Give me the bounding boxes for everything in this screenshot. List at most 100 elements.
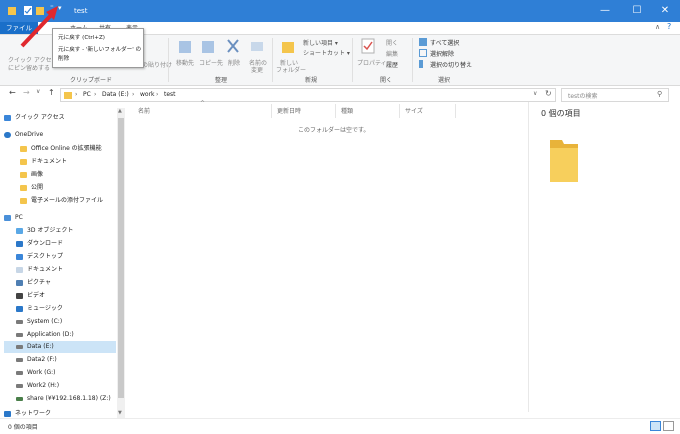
forward-button[interactable]: → xyxy=(23,88,30,97)
column-divider[interactable] xyxy=(455,104,456,118)
drive-icon xyxy=(16,319,23,324)
annotation-arrow xyxy=(20,6,58,48)
select-all-icon[interactable] xyxy=(419,38,427,46)
column-header-name[interactable]: 名前 xyxy=(138,106,150,115)
nav-scrollbar[interactable]: ▲ ▼ xyxy=(117,108,125,420)
search-icon[interactable]: ⚲ xyxy=(657,90,662,98)
scroll-down-icon[interactable]: ▼ xyxy=(118,410,122,416)
nav-item-public[interactable]: 公開 xyxy=(20,182,116,194)
new-folder-label-2[interactable]: フォルダー xyxy=(276,65,306,74)
nav-quick-access[interactable]: クイック アクセス xyxy=(4,112,116,124)
nav-item-office-online[interactable]: Office Online の拡張機能 xyxy=(20,143,116,155)
delete-button[interactable]: 削除 xyxy=(228,58,240,67)
column-header-date[interactable]: 更新日時 xyxy=(277,106,301,115)
nav-item-data2-f[interactable]: Data2 (F:) xyxy=(16,354,116,366)
nav-item-downloads[interactable]: ダウンロード xyxy=(16,238,116,250)
nav-item-images[interactable]: 画像 xyxy=(20,169,116,181)
nav-label: 画像 xyxy=(31,171,44,178)
nav-label: ビデオ xyxy=(27,292,46,299)
properties-icon[interactable] xyxy=(361,38,375,54)
nav-item-documents[interactable]: ドキュメント xyxy=(20,156,116,168)
back-button[interactable]: ← xyxy=(9,88,16,97)
empty-folder-message: このフォルダーは空です。 xyxy=(298,127,370,134)
nav-item-system-c[interactable]: System (C:) xyxy=(16,316,116,328)
pin-quick-access-label-2[interactable]: にピン留めする xyxy=(8,63,50,72)
cube-icon xyxy=(16,227,23,234)
invert-selection-icon[interactable] xyxy=(419,60,427,68)
delete-icon[interactable] xyxy=(226,38,240,54)
large-icons-view-icon[interactable] xyxy=(663,421,674,431)
column-header-size[interactable]: サイズ xyxy=(405,106,423,115)
rename-label-2[interactable]: 変更 xyxy=(251,65,263,74)
maximize-button[interactable]: ☐ xyxy=(622,0,652,22)
nav-item-pc-documents[interactable]: ドキュメント xyxy=(16,264,116,276)
undo-tooltip: 元に戻す (Ctrl+Z) 元に戻す - '新しいフォルダー' の 削除 xyxy=(52,28,144,68)
drive-icon xyxy=(16,344,23,349)
select-all-button[interactable]: すべて選択 xyxy=(430,38,459,47)
nav-item-work-g[interactable]: Work (G:) xyxy=(16,367,116,379)
move-to-button[interactable]: 移動先 xyxy=(176,58,194,67)
column-divider[interactable] xyxy=(335,104,336,118)
nav-item-email-attachments[interactable]: 電子メールの添付ファイル xyxy=(20,195,116,207)
new-folder-icon[interactable] xyxy=(281,38,295,54)
history-button[interactable]: 履歴 xyxy=(386,60,398,69)
chevron-right-icon: › xyxy=(75,91,78,98)
address-dropdown-icon[interactable]: ∨ xyxy=(533,90,537,97)
ribbon-separator xyxy=(272,38,273,82)
new-item-button[interactable]: 新しい項目 ▾ xyxy=(303,38,338,47)
address-bar[interactable]: › PC › Data (E:) › work › test ∨ ↻ xyxy=(60,88,556,102)
edit-button[interactable]: 編集 xyxy=(386,49,398,58)
close-button[interactable]: ✕ xyxy=(650,0,680,22)
column-divider[interactable] xyxy=(399,104,400,118)
refresh-icon[interactable]: ↻ xyxy=(545,89,552,98)
invert-selection-button[interactable]: 選択の切り替え xyxy=(430,60,472,69)
nav-item-data-e[interactable]: Data (E:) xyxy=(4,341,116,353)
drive-icon xyxy=(16,332,23,337)
rename-icon[interactable] xyxy=(250,38,264,54)
breadcrumb-work[interactable]: work xyxy=(140,91,155,98)
nav-item-music[interactable]: ミュージック xyxy=(16,303,116,315)
recent-locations-button[interactable]: ∨ xyxy=(36,88,40,95)
tooltip-title: 元に戻す (Ctrl+Z) xyxy=(58,35,105,41)
select-none-button[interactable]: 選択解除 xyxy=(430,49,454,58)
scroll-up-icon[interactable]: ▲ xyxy=(118,108,122,114)
help-icon[interactable]: ? xyxy=(667,22,671,31)
nav-item-work2-h[interactable]: Work2 (H:) xyxy=(16,380,116,392)
nav-item-application-d[interactable]: Application (D:) xyxy=(16,329,116,341)
breadcrumb-pc[interactable]: PC xyxy=(83,91,91,98)
move-to-icon[interactable] xyxy=(178,38,192,54)
nav-label: Application (D:) xyxy=(27,331,74,338)
nav-item-3d-objects[interactable]: 3D オブジェクト xyxy=(16,225,116,237)
up-button[interactable]: ↑ xyxy=(48,88,55,97)
breadcrumb-data-e[interactable]: Data (E:) xyxy=(102,91,129,98)
search-box[interactable]: testの検索 ⚲ xyxy=(561,88,669,102)
details-view-icon[interactable] xyxy=(650,421,661,431)
video-icon xyxy=(16,292,23,299)
nav-label: OneDrive xyxy=(15,131,44,138)
properties-button[interactable]: プロパティ xyxy=(357,58,387,67)
breadcrumb-test[interactable]: test xyxy=(164,91,176,98)
column-divider[interactable] xyxy=(271,104,272,118)
nav-item-share-z[interactable]: share (¥¥192.168.1.18) (Z:) xyxy=(16,393,116,405)
nav-item-desktop[interactable]: デスクトップ xyxy=(16,251,116,263)
document-icon xyxy=(16,266,23,273)
nav-item-pictures[interactable]: ピクチャ xyxy=(16,277,116,289)
nav-item-videos[interactable]: ビデオ xyxy=(16,290,116,302)
nav-label: ダウンロード xyxy=(27,240,64,247)
computer-icon xyxy=(4,214,11,221)
minimize-button[interactable]: — xyxy=(590,0,620,22)
chevron-right-icon: › xyxy=(94,91,97,98)
copy-to-button[interactable]: コピー先 xyxy=(199,58,223,67)
shortcut-button[interactable]: ショートカット ▾ xyxy=(303,48,350,57)
nav-onedrive[interactable]: OneDrive xyxy=(4,129,116,141)
copy-to-icon[interactable] xyxy=(201,38,215,54)
scrollbar-thumb[interactable] xyxy=(118,118,124,398)
column-header-type[interactable]: 種類 xyxy=(341,106,353,115)
preview-divider[interactable] xyxy=(528,102,529,412)
select-none-icon[interactable] xyxy=(419,49,427,57)
nav-pc[interactable]: PC xyxy=(4,212,116,224)
open-button[interactable]: 開く xyxy=(386,38,398,47)
folder-icon xyxy=(20,145,27,152)
search-input[interactable]: testの検索 xyxy=(568,91,598,100)
ribbon-collapse-icon[interactable]: ∧ xyxy=(655,23,660,31)
